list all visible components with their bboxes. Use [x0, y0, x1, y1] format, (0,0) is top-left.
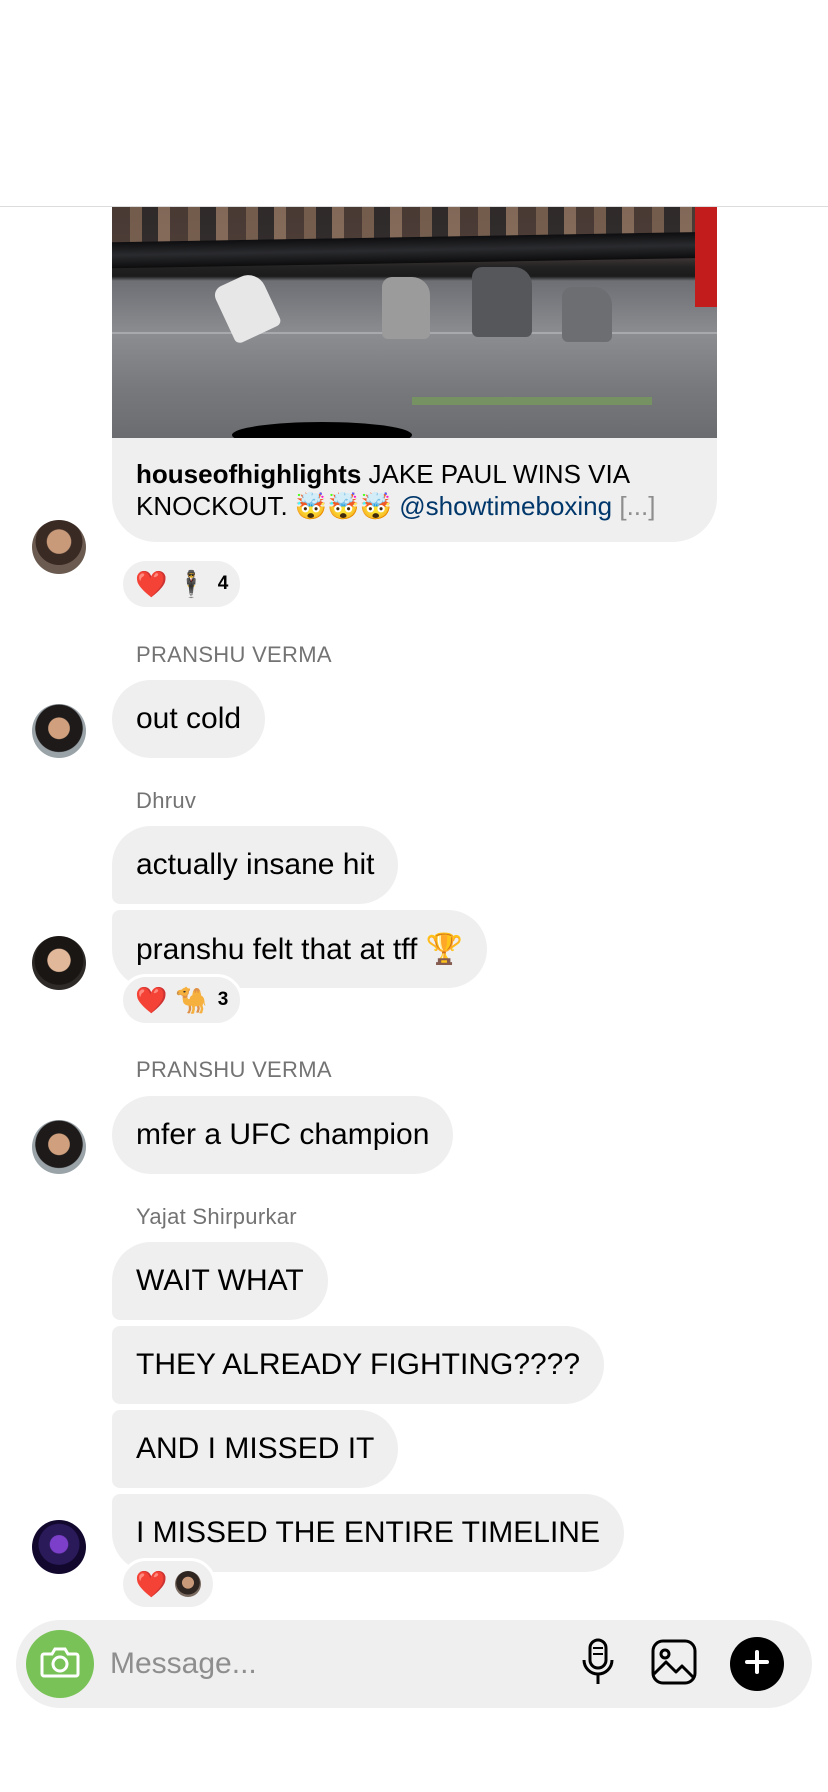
avatar[interactable] — [32, 936, 86, 990]
message-reactions[interactable]: ❤️ — [120, 1558, 217, 1610]
plus-icon — [744, 1649, 770, 1680]
camel-reaction: 🐪 — [175, 984, 208, 1015]
microphone-button[interactable] — [574, 1638, 622, 1691]
post-reactions[interactable]: ❤️ 🕴 4 — [120, 558, 244, 610]
shared-post[interactable]: houseofhighlights JAKE PAUL WINS VIA KNO… — [112, 207, 717, 542]
post-username[interactable]: houseofhighlights — [136, 459, 361, 489]
heart-reaction: ❤️ — [135, 568, 168, 599]
sender-name: Yajat Shirpurkar — [136, 1204, 297, 1229]
reaction-count: 3 — [217, 989, 229, 1010]
reaction-count: 4 — [217, 573, 229, 594]
post-emojis: 🤯🤯🤯 — [294, 491, 393, 521]
message-bubble[interactable]: AND I MISSED IT — [112, 1410, 399, 1488]
avatar[interactable] — [32, 1520, 86, 1574]
message-bubble[interactable]: out cold — [112, 680, 266, 758]
chat-screen: houseofhighlights JAKE PAUL WINS VIA KNO… — [0, 0, 828, 1792]
reactor-avatar — [175, 1571, 202, 1597]
sender-name: PRANSHU VERMA — [136, 642, 332, 667]
avatar[interactable] — [32, 704, 86, 758]
header — [0, 0, 828, 207]
heart-reaction: ❤️ — [135, 1568, 168, 1599]
message-composer — [16, 1620, 812, 1708]
microphone-icon — [580, 1638, 616, 1691]
gallery-icon — [650, 1638, 698, 1691]
sender-name: Dhruv — [136, 788, 197, 813]
gallery-button[interactable] — [650, 1638, 698, 1691]
avatar[interactable] — [32, 1120, 86, 1174]
post-handle-link[interactable]: @showtimeboxing — [399, 491, 612, 521]
message-bubble[interactable]: WAIT WHAT — [112, 1242, 328, 1320]
more-button[interactable] — [730, 1637, 784, 1691]
message-reactions[interactable]: ❤️ 🐪 3 — [120, 974, 244, 1026]
sender-name: PRANSHU VERMA — [136, 1057, 332, 1082]
message-bubble[interactable]: THEY ALREADY FIGHTING???? — [112, 1326, 605, 1404]
levitate-reaction: 🕴 — [175, 568, 208, 599]
post-more[interactable]: [...] — [619, 491, 655, 521]
message-bubble[interactable]: mfer a UFC champion — [112, 1096, 454, 1174]
message-input[interactable] — [110, 1640, 570, 1688]
message-bubble[interactable]: actually insane hit — [112, 826, 399, 904]
heart-reaction: ❤️ — [135, 984, 168, 1015]
post-caption[interactable]: houseofhighlights JAKE PAUL WINS VIA KNO… — [112, 438, 717, 542]
camera-button[interactable] — [26, 1630, 94, 1698]
camera-icon — [40, 1645, 80, 1684]
post-image[interactable] — [112, 207, 717, 438]
avatar[interactable] — [32, 520, 86, 574]
